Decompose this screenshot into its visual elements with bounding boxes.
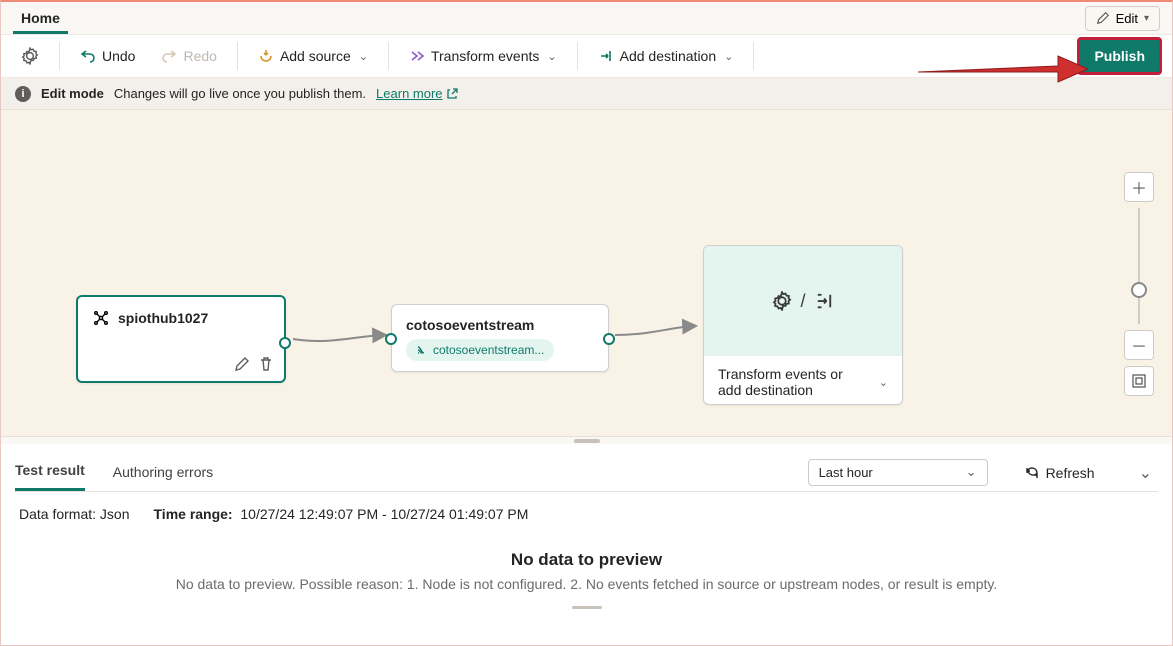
time-range-label: Time range: [154, 506, 233, 522]
bottom-handle[interactable] [15, 592, 1158, 615]
iot-hub-icon [92, 309, 110, 327]
learn-more-link[interactable]: Learn more [376, 86, 457, 101]
zoom-out-button[interactable]: － [1124, 330, 1154, 360]
panel-expand-icon[interactable]: ⌄ [1133, 463, 1158, 483]
transform-icon [409, 48, 425, 64]
tab-home[interactable]: Home [13, 2, 68, 34]
gear-icon [21, 47, 39, 65]
port-in[interactable] [385, 333, 397, 345]
tab-test-result[interactable]: Test result [15, 454, 85, 491]
zoom-slider-handle[interactable] [1131, 282, 1147, 298]
redo-button: Redo [151, 42, 226, 70]
fit-to-screen-button[interactable] [1124, 366, 1154, 396]
settings-button[interactable] [11, 41, 49, 71]
time-range-select[interactable]: Last hour [808, 459, 988, 486]
chevron-down-icon: ▾ [1144, 13, 1149, 24]
pencil-icon [1096, 11, 1110, 25]
zoom-controls: ＋ － [1122, 172, 1156, 396]
destination-out-icon [814, 291, 834, 311]
data-format-value: Json [100, 506, 130, 522]
transform-events-button[interactable]: Transform events ⌄ [399, 42, 567, 70]
operations-icon [772, 291, 792, 311]
delete-node-icon[interactable] [258, 356, 274, 375]
destination-out-icon [598, 48, 614, 64]
redo-icon [161, 48, 177, 64]
edit-dropdown-button[interactable]: Edit ▾ [1085, 6, 1160, 31]
port-out[interactable] [603, 333, 615, 345]
no-data-title: No data to preview [15, 532, 1158, 576]
source-in-icon [258, 48, 274, 64]
chevron-down-icon: ⌄ [724, 50, 733, 63]
edit-mode-message: Changes will go live once you publish th… [114, 86, 366, 101]
time-range-value: 10/27/24 12:49:07 PM - 10/27/24 01:49:07… [240, 506, 528, 522]
publish-button[interactable]: Publish [1077, 37, 1162, 75]
edit-mode-label: Edit mode [41, 86, 104, 101]
node-eventstream[interactable]: cotosoeventstream cotosoeventstream... [391, 304, 609, 372]
eventstream-chip[interactable]: cotosoeventstream... [406, 339, 554, 361]
undo-icon [80, 48, 96, 64]
port-out[interactable] [279, 337, 291, 349]
chevron-down-icon: ⌄ [547, 50, 556, 63]
node-source-label: spiothub1027 [118, 310, 208, 326]
tab-authoring-errors[interactable]: Authoring errors [113, 456, 213, 490]
no-data-message: No data to preview. Possible reason: 1. … [15, 576, 1158, 592]
add-source-button[interactable]: Add source ⌄ [248, 42, 378, 70]
info-icon: i [15, 86, 31, 102]
undo-button[interactable]: Undo [70, 42, 145, 70]
node-eventstream-label: cotosoeventstream [406, 317, 534, 333]
zoom-in-button[interactable]: ＋ [1124, 172, 1154, 202]
external-link-icon [446, 88, 458, 100]
zoom-slider[interactable] [1138, 208, 1140, 324]
node-source[interactable]: spiothub1027 [76, 295, 286, 383]
panel-splitter[interactable] [1, 436, 1172, 444]
canvas[interactable]: spiothub1027 cotosoeventstream cotosoeve… [1, 110, 1172, 436]
edit-node-icon[interactable] [234, 356, 250, 375]
fit-icon [1131, 373, 1147, 389]
chevron-down-icon[interactable]: ⌄ [879, 376, 888, 389]
refresh-icon [1024, 465, 1040, 481]
add-destination-button[interactable]: Add destination ⌄ [588, 42, 744, 70]
node-placeholder[interactable]: / Transform events or add destination ⌄ [703, 245, 903, 405]
refresh-button[interactable]: Refresh [1016, 460, 1103, 486]
stream-icon [416, 344, 428, 356]
chevron-down-icon: ⌄ [359, 50, 368, 63]
data-format-label: Data format: [19, 506, 96, 522]
node-placeholder-label: Transform events or add destination [718, 366, 858, 398]
